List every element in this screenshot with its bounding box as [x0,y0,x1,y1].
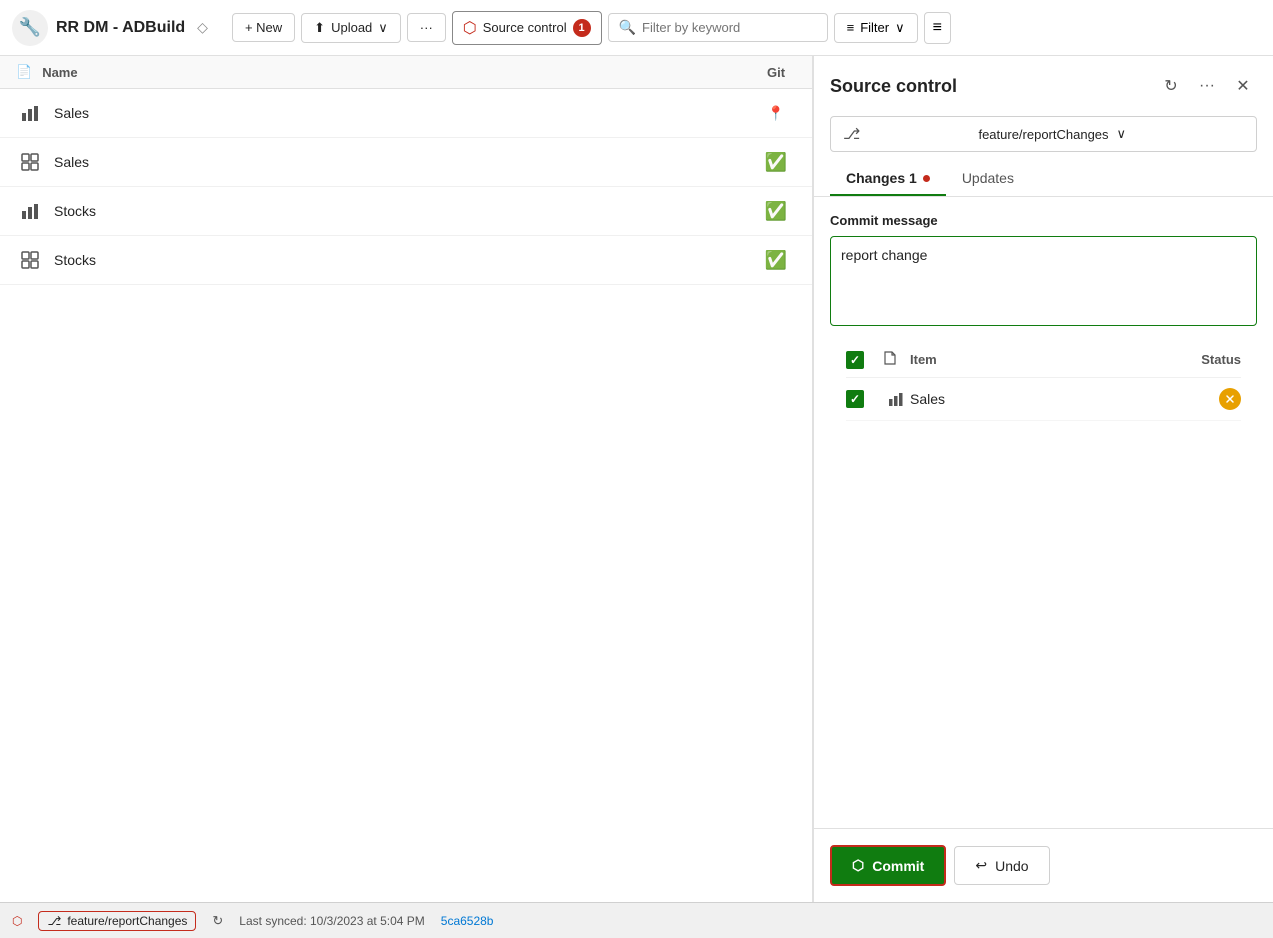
git-status-icon: ⬡ [12,914,22,928]
more-options-button[interactable]: ··· [1193,72,1221,100]
table-header: 📄 Name Git [0,56,812,89]
status-col-header: Status [1181,352,1241,367]
commit-message-label: Commit message [830,213,1257,228]
change-checked[interactable] [846,390,864,408]
branch-name: feature/reportChanges [978,127,1108,142]
branch-chip[interactable]: ⎇ feature/reportChanges [38,911,196,931]
file-list-panel: 📄 Name Git Sales 📍 Sales ✅ [0,56,813,902]
search-box[interactable]: 🔍 [608,13,828,42]
table-row[interactable]: Stocks ✅ [0,236,812,285]
chevron-down-icon: ∨ [1117,126,1244,142]
item-grid-icon [16,246,44,274]
pin-icon: 📍 [767,105,784,122]
upload-button[interactable]: ⬆ Upload ∨ [301,13,401,43]
check-circle-icon: ✅ [765,250,787,271]
modified-status-icon [1219,388,1241,410]
app-title: RR DM - ADBuild [56,19,185,37]
search-input[interactable] [642,20,802,35]
item-chart-icon [16,99,44,127]
app-logo: 🔧 [12,10,48,46]
topbar-actions: + New ⬆ Upload ∨ ··· ⬡ Source control 1 … [232,11,951,45]
source-control-button[interactable]: ⬡ Source control 1 [452,11,602,45]
table-row[interactable]: Sales ✅ [0,138,812,187]
diamond-icon: ◇ [197,19,208,36]
upload-chevron-icon: ∨ [378,20,388,36]
sync-text: Last synced: 10/3/2023 at 5:04 PM [239,914,424,928]
statusbar: ⬡ ⎇ feature/reportChanges ↻ Last synced:… [0,902,1273,938]
status-icon: ✅ [756,152,796,173]
view-toggle-button[interactable]: ≡ [924,12,951,44]
status-icon: ✅ [756,250,796,271]
table-row[interactable]: Sales 📍 [0,89,812,138]
more-button[interactable]: ··· [407,13,446,42]
filter-button[interactable]: ≡ Filter ∨ [834,13,918,43]
branch-chip-icon: ⎇ [47,914,61,928]
item-grid-icon [16,148,44,176]
branch-selector[interactable]: ⎇ feature/reportChanges ∨ [830,116,1257,152]
change-checkbox[interactable] [846,390,882,408]
panel-tabs: Changes 1 Updates [814,160,1273,197]
commit-button[interactable]: ⬡ Commit [830,845,946,886]
change-item-icon [882,391,910,407]
file-icon-header [882,350,910,369]
tab-changes-label: Changes 1 [846,170,917,186]
source-control-badge: 1 [573,19,591,37]
changes-dot [923,175,930,182]
new-button[interactable]: + New [232,13,295,42]
upload-icon: ⬆ [314,20,325,36]
col-git-header: Git [756,65,796,80]
tab-updates[interactable]: Updates [946,160,1030,196]
status-icon: ✅ [756,201,796,222]
change-row-sales[interactable]: Sales [846,378,1241,421]
commit-hash: 5ca6528b [441,914,494,928]
changes-list-header: Item Status [846,342,1241,378]
select-all-checked[interactable] [846,351,864,369]
undo-button[interactable]: ↩ Undo [954,846,1049,885]
sync-icon: ↻ [212,913,223,929]
panel-title: Source control [830,76,1149,97]
changes-list: Item Status Sales [830,342,1257,812]
item-name: Stocks [54,203,756,219]
file-icon: 📄 [16,64,32,80]
commit-message-input[interactable]: report change [830,236,1257,326]
refresh-button[interactable]: ↻ [1157,72,1185,100]
status-icon: 📍 [756,105,796,122]
commit-section: Commit message report change Item Status [814,197,1273,828]
filter-chevron-icon: ∨ [895,20,905,36]
filter-icon: ≡ [847,20,855,35]
commit-icon: ⬡ [852,857,864,874]
table-row[interactable]: Stocks ✅ [0,187,812,236]
panel-footer: ⬡ Commit ↩ Undo [814,828,1273,902]
tab-changes[interactable]: Changes 1 [830,160,946,196]
search-icon: 🔍 [619,19,636,36]
topbar: 🔧 RR DM - ADBuild ◇ + New ⬆ Upload ∨ ···… [0,0,1273,56]
undo-icon: ↩ [975,857,987,874]
item-chart-icon [16,197,44,225]
branch-chip-name: feature/reportChanges [67,914,187,928]
col-name-header: 📄 Name [16,64,756,80]
source-control-panel: Source control ↻ ··· ✕ ⎇ feature/reportC… [813,56,1273,902]
item-name: Sales [54,105,756,121]
item-name: Stocks [54,252,756,268]
select-all-checkbox[interactable] [846,351,882,369]
item-name: Sales [54,154,756,170]
close-button[interactable]: ✕ [1229,72,1257,100]
main-layout: 📄 Name Git Sales 📍 Sales ✅ [0,56,1273,902]
panel-header: Source control ↻ ··· ✕ [814,56,1273,108]
check-circle-icon: ✅ [765,152,787,173]
change-item-name: Sales [910,391,1181,407]
git-icon: ⬡ [463,18,477,38]
branch-icon: ⎇ [843,125,970,143]
tab-updates-label: Updates [962,170,1014,186]
item-col-header: Item [910,352,1181,367]
change-item-status [1181,388,1241,410]
check-circle-icon: ✅ [765,201,787,222]
